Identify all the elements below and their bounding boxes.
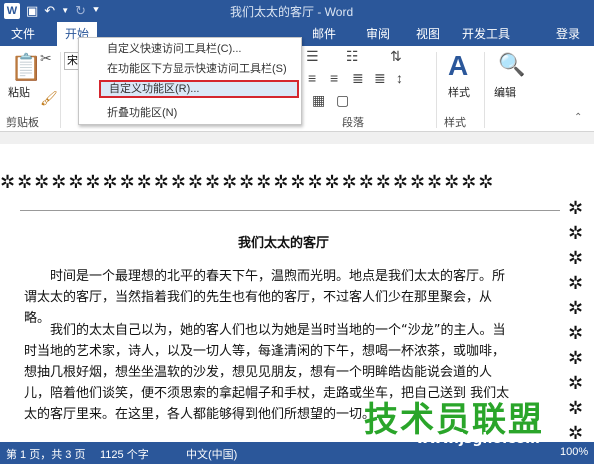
page-count[interactable]: 第 1 页，共 3 页 [6, 446, 85, 462]
align-right-icon[interactable]: ≡ [330, 70, 338, 86]
language-status[interactable]: 中文(中国) [186, 446, 237, 462]
save-icon[interactable]: ▣ [26, 2, 38, 20]
page-gap [0, 132, 594, 144]
tab-mail[interactable]: 邮件 [306, 22, 342, 46]
document-title[interactable]: 我们太太的客厅 [238, 232, 329, 251]
page-border-top: ✲✲✲✲✲✲✲✲✲✲✲✲✲✲✲✲✲✲✲✲✲✲✲✲✲✲✲✲✲ [0, 172, 496, 193]
align-center-icon[interactable]: ≡ [308, 70, 316, 86]
cut-icon[interactable]: ✂ [40, 50, 52, 67]
title-bar: W ▣ ↶ ▼ ↻ ⯆ 我们太太的客厅 - Word [0, 0, 594, 22]
word-logo-icon: W [4, 3, 20, 19]
word-count[interactable]: 1125 个字 [100, 446, 149, 462]
find-icon[interactable]: 🔍 [498, 52, 525, 78]
page-border-right: ✲ ✲ ✲ ✲ ✲ ✲ ✲ ✲ ✲ ✲ [568, 198, 584, 444]
clipboard-group-label: 剪贴板 [6, 117, 39, 129]
qat-customize-icon[interactable]: ⯆ [92, 2, 100, 20]
styles-group-label: 样式 [444, 117, 466, 129]
tab-developer[interactable]: 开发工具 [456, 22, 516, 46]
collapse-ribbon-icon[interactable]: ⌃ [574, 112, 582, 123]
menu-item-show-qat-below[interactable]: 在功能区下方显示快速访问工具栏(S) [107, 60, 287, 78]
redo-icon[interactable]: ↻ [75, 2, 86, 20]
window-title: 我们太太的客厅 - Word [230, 5, 354, 19]
bullets-icon[interactable]: ☰ [306, 48, 319, 65]
undo-dropdown-icon[interactable]: ▼ [61, 2, 69, 20]
menu-item-customize-ribbon[interactable]: 自定义功能区(R)... [99, 80, 299, 98]
paste-icon[interactable]: 📋 [10, 52, 42, 83]
tab-review[interactable]: 审阅 [360, 22, 396, 46]
quick-access-toolbar: W ▣ ↶ ▼ ↻ ⯆ [4, 2, 100, 20]
menu-item-customize-qat[interactable]: 自定义快速访问工具栏(C)... [107, 40, 241, 58]
separator [436, 52, 437, 128]
header-divider [20, 210, 316, 211]
undo-icon[interactable]: ↶ [44, 2, 55, 20]
menu-item-collapse-ribbon[interactable]: 折叠功能区(N) [107, 104, 177, 122]
multilevel-list-icon[interactable]: ☷ [346, 48, 359, 65]
shading-icon[interactable]: ▦ [312, 92, 325, 109]
tab-view[interactable]: 视图 [410, 22, 446, 46]
zoom-level[interactable]: 100% [560, 446, 588, 458]
justify-icon[interactable]: ≣ [352, 70, 364, 87]
separator [60, 52, 61, 128]
borders-icon[interactable]: ▢ [336, 92, 349, 109]
styles-icon[interactable]: A [448, 50, 468, 82]
edit-button[interactable]: 编辑 [494, 84, 516, 100]
header-divider [316, 210, 560, 211]
line-spacing-icon[interactable]: ↕ [396, 70, 403, 86]
login-link[interactable]: 登录 [550, 22, 586, 46]
tab-file[interactable]: 文件 [0, 22, 46, 46]
separator [484, 52, 485, 128]
watermark-url: www.jsgho.com [416, 431, 540, 447]
styles-button[interactable]: 样式 [448, 84, 470, 100]
qat-context-menu: 自定义快速访问工具栏(C)... 在功能区下方显示快速访问工具栏(S) 自定义功… [78, 37, 302, 125]
paste-button[interactable]: 粘贴 [8, 84, 30, 100]
format-painter-icon[interactable]: 🖌 [40, 90, 58, 107]
distributed-icon[interactable]: ≣ [374, 70, 386, 87]
sort-icon[interactable]: ⇅ [390, 48, 402, 65]
paragraph-group-label: 段落 [342, 117, 364, 129]
